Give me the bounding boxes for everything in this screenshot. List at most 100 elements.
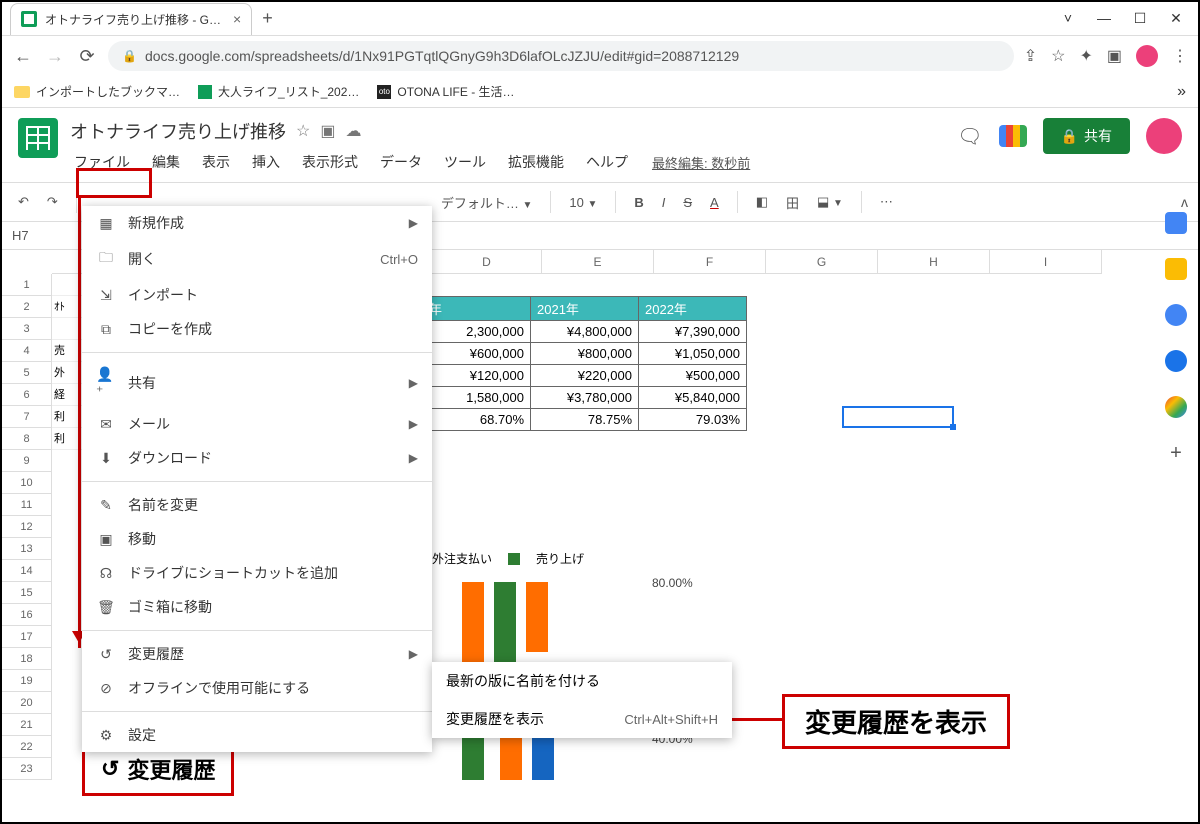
chart-bars [462,582,548,672]
profile-avatar[interactable] [1136,45,1158,67]
menu-open[interactable]: 🗀開くCtrl+O [82,240,432,278]
comments-icon[interactable]: 🗨 [957,124,982,149]
share-page-icon[interactable]: ⇪ [1024,46,1037,66]
menu-settings[interactable]: ⚙設定 [82,718,432,752]
tasks-icon[interactable] [1165,304,1187,326]
menu-help[interactable]: ヘルプ [582,150,632,174]
menu-insert[interactable]: 挿入 [248,150,284,174]
menu-rename[interactable]: ✎名前を変更 [82,488,432,522]
menu-new[interactable]: ▦新規作成▶ [82,206,432,240]
move-icon: ▣ [96,531,116,548]
menu-version-history[interactable]: ↺変更履歴▶ [82,637,432,671]
menubar: ファイル 編集 表示 挿入 表示形式 データ ツール 拡張機能 ヘルプ 最終編集… [70,150,957,174]
gear-icon: ⚙ [96,727,116,744]
menu-copy[interactable]: ⧉コピーを作成 [82,312,432,346]
menu-offline[interactable]: ⊘オフラインで使用可能にする [82,671,432,705]
keep-icon[interactable] [1165,258,1187,280]
bookmarks-overflow-icon[interactable]: » [1177,83,1186,101]
minimize-icon[interactable]: — [1096,10,1112,27]
maximize-icon[interactable]: ☐ [1132,10,1148,27]
redo-button[interactable]: ↷ [41,192,64,212]
strike-button[interactable]: S [677,193,698,212]
side-panel-icon[interactable]: ▣ [1107,46,1122,66]
annotation-arrow [78,198,81,648]
meet-icon[interactable] [999,125,1027,147]
font-size[interactable]: 10 ▼ [563,193,603,212]
pencil-icon: ✎ [96,497,116,514]
calendar-icon[interactable] [1165,212,1187,234]
undo-button[interactable]: ↶ [12,192,35,212]
sheets-logo[interactable] [18,118,58,158]
doc-title[interactable]: オトナライフ売り上げ推移 [70,118,286,144]
copy-icon: ⧉ [96,321,116,338]
font-select[interactable]: デフォルト… ▼ [435,191,539,214]
menu-trash[interactable]: 🗑ゴミ箱に移動 [82,590,432,624]
menu-shortcut[interactable]: ☊ドライブにショートカットを追加 [82,556,432,590]
bookmark-star-icon[interactable]: ☆ [1051,46,1065,66]
menu-dots-icon[interactable]: ⋮ [1172,46,1188,66]
address-bar: ← → ⟳ 🔒 docs.google.com/spreadsheets/d/1… [2,36,1198,76]
close-window-icon[interactable]: ✕ [1168,10,1184,27]
contacts-icon[interactable] [1165,350,1187,372]
back-button[interactable]: ← [12,46,34,67]
last-edit-link[interactable]: 最終編集: 数秒前 [652,153,750,172]
text-color-button[interactable]: A [704,193,725,212]
maps-icon[interactable] [1165,396,1187,418]
submenu-name-version[interactable]: 最新の版に名前を付ける [432,662,732,700]
submenu-show-history[interactable]: 変更履歴を表示Ctrl+Alt+Shift+H [432,700,732,738]
cloud-saved-icon[interactable]: ☁ [345,121,361,141]
menu-data[interactable]: データ [376,150,426,174]
selected-cell [842,406,954,428]
name-box[interactable]: H7 [12,228,62,243]
merge-button[interactable]: ⬓ ▼ [811,192,849,212]
menu-share[interactable]: 👤⁺共有▶ [82,359,432,407]
star-icon[interactable]: ☆ [296,121,310,141]
italic-button[interactable]: I [656,193,672,212]
menu-edit[interactable]: 編集 [148,150,184,174]
bookmark-item[interactable]: otoOTONA LIFE - 生活… [377,83,514,100]
bookmark-folder[interactable]: インポートしたブックマ… [14,83,180,100]
chart-legend: 外注支払い 売り上げ [432,550,584,567]
fill-color-button[interactable]: ◧ [750,192,774,212]
annotation-box [76,168,152,198]
close-tab-icon[interactable]: × [233,11,241,27]
menu-import[interactable]: ⇲インポート [82,278,432,312]
browser-tab[interactable]: オトナライフ売り上げ推移 - Google × [10,3,252,35]
add-on-plus-icon[interactable]: + [1170,442,1182,465]
account-avatar[interactable] [1146,118,1182,154]
side-panel: + [1158,212,1194,465]
url-text: docs.google.com/spreadsheets/d/1Nx91PGTq… [145,48,739,64]
more-toolbar-icon[interactable]: ⋯ [874,192,899,212]
move-folder-icon[interactable]: ▣ [320,121,335,141]
annotation-callout: 変更履歴を表示 [782,694,1010,749]
borders-button[interactable]: 田 [780,191,805,214]
menu-tools[interactable]: ツール [440,150,490,174]
forward-button[interactable]: → [44,46,66,67]
download-icon: ⬇ [96,450,116,467]
row-headers: 1234567891011121314151617181920212223 [2,274,52,780]
plus-icon: ▦ [96,215,116,232]
reload-button[interactable]: ⟳ [76,46,98,67]
site-icon: oto [377,85,391,99]
collapse-toolbar-icon[interactable]: ʌ [1181,194,1188,210]
menu-view[interactable]: 表示 [198,150,234,174]
url-input[interactable]: 🔒 docs.google.com/spreadsheets/d/1Nx91PG… [108,41,1014,71]
window-controls: ˅ — ☐ ✕ [1060,10,1198,27]
offline-icon: ⊘ [96,680,116,697]
share-button[interactable]: 🔒共有 [1043,118,1130,154]
import-icon: ⇲ [96,287,116,304]
menu-move[interactable]: ▣移動 [82,522,432,556]
bookmark-item[interactable]: 大人ライフ_リスト_202… [198,83,359,100]
version-history-submenu: 最新の版に名前を付ける 変更履歴を表示Ctrl+Alt+Shift+H [432,662,732,738]
chevron-down-icon[interactable]: ˅ [1060,10,1076,27]
new-tab-button[interactable]: + [262,8,273,29]
menu-extensions[interactable]: 拡張機能 [504,150,568,174]
extensions-icon[interactable]: ✦ [1079,46,1092,66]
file-dropdown-menu: ▦新規作成▶ 🗀開くCtrl+O ⇲インポート ⧉コピーを作成 👤⁺共有▶ ✉メ… [82,206,432,752]
menu-email[interactable]: ✉メール▶ [82,407,432,441]
bold-button[interactable]: B [628,193,649,212]
app-header: オトナライフ売り上げ推移 ☆ ▣ ☁ ファイル 編集 表示 挿入 表示形式 デー… [2,108,1198,174]
menu-format[interactable]: 表示形式 [298,150,362,174]
lock-icon: 🔒 [1061,128,1078,145]
menu-download[interactable]: ⬇ダウンロード▶ [82,441,432,475]
